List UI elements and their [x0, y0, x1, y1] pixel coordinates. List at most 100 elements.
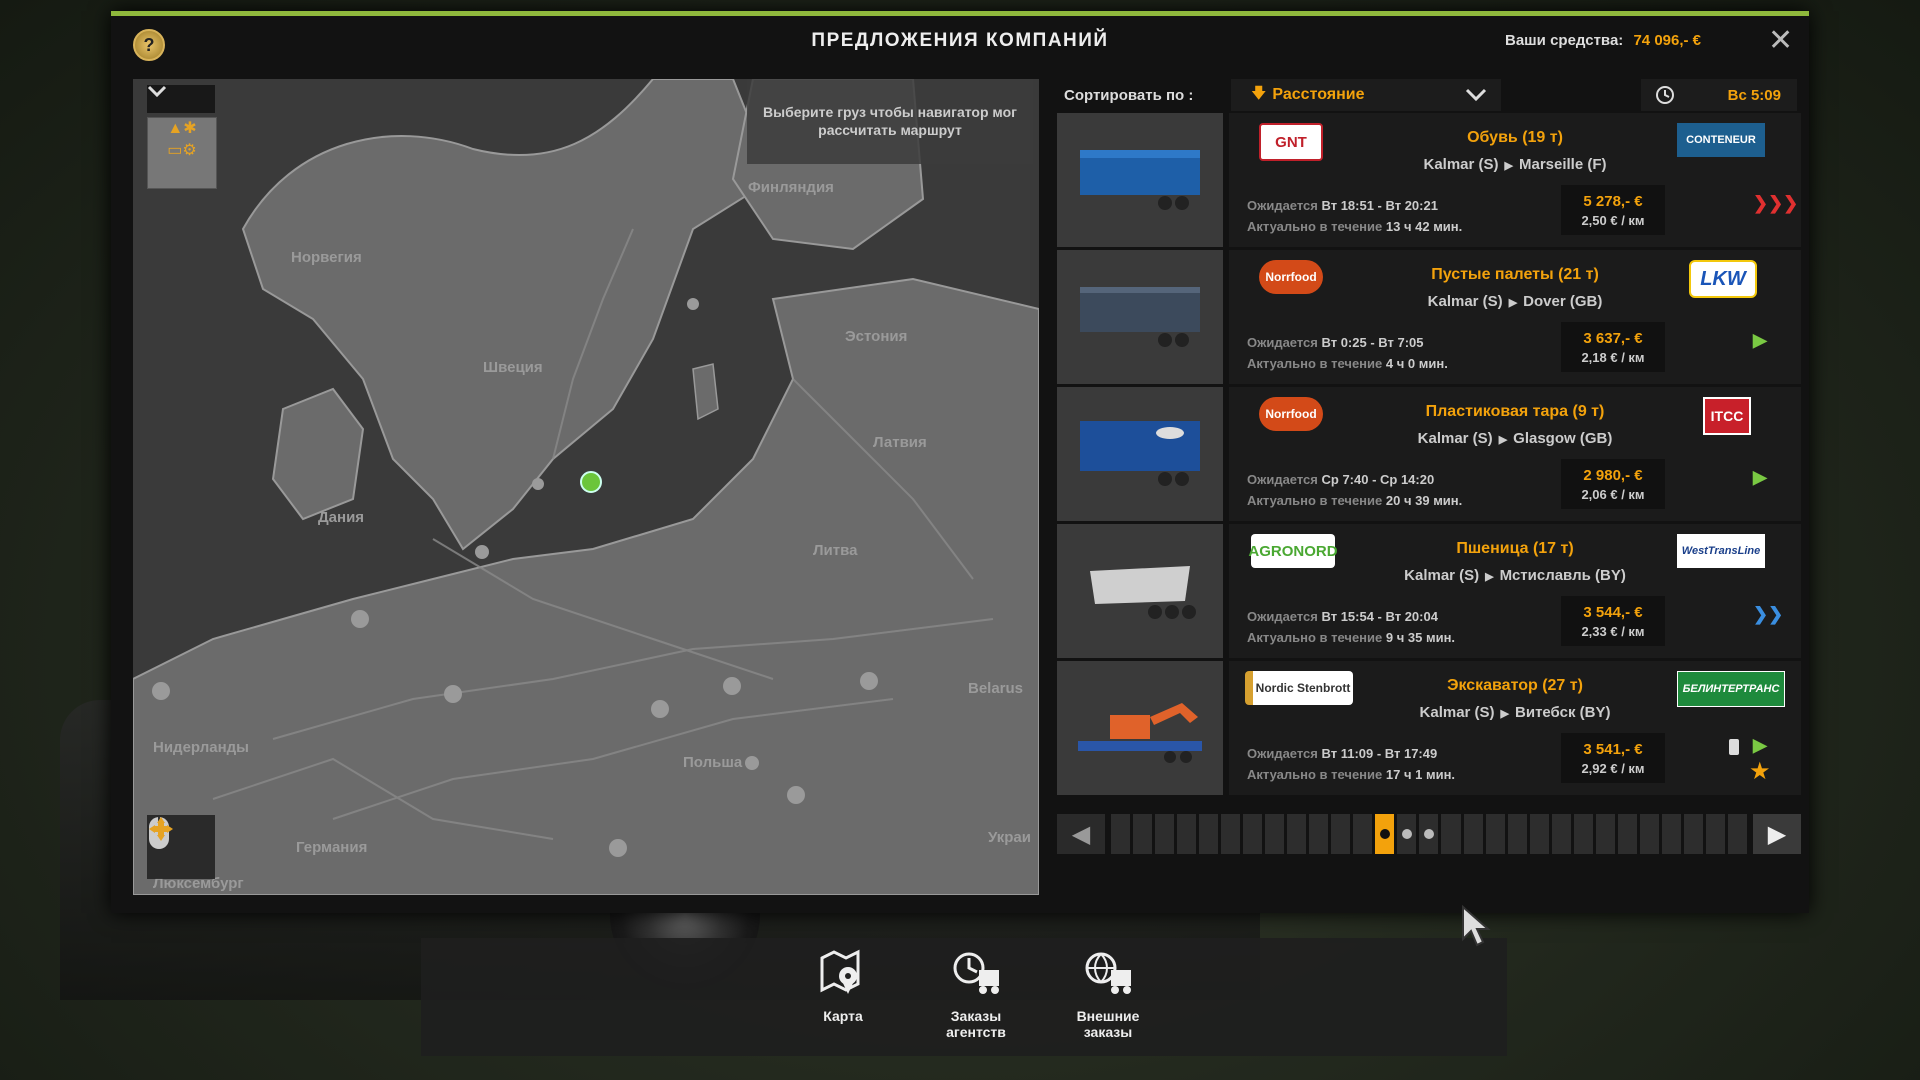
nav-map-button[interactable]: Карта — [788, 948, 898, 1024]
next-page-button[interactable]: ▶ — [1753, 814, 1801, 854]
play-icon: ▶ — [1753, 467, 1767, 487]
route: Kalmar (S) ▶ Marseille (F) — [1229, 156, 1801, 173]
price-value: 5 278,- € — [1583, 193, 1643, 210]
page-indicator[interactable] — [1133, 814, 1153, 854]
price-box: 2 980,- € 2,06 € / км — [1561, 459, 1665, 509]
offer-card[interactable]: Nordic Stenbrott Экскаватор (27 т) Kalma… — [1057, 661, 1801, 795]
map-label-lithuania: Литва — [813, 542, 858, 559]
page-indicator[interactable] — [1309, 814, 1329, 854]
nav-external-orders-button[interactable]: Внешние заказы — [1053, 948, 1163, 1040]
route: Kalmar (S) ▶ Мстиславль (BY) — [1229, 567, 1801, 584]
page-indicator[interactable] — [1287, 814, 1307, 854]
price-rate: 2,06 € / км — [1581, 487, 1645, 502]
fragile-cargo-icon — [1729, 739, 1739, 755]
recipient-logo: CONTENEUR — [1677, 123, 1765, 157]
sort-dropdown[interactable]: 🡇 Расстояние — [1231, 79, 1501, 111]
map-panel[interactable]: Норвегия Финляндия Швеция Эстония Латвия… — [133, 79, 1039, 895]
offer-timing: Ожидается Вт 0:25 - Вт 7:05 Актуально в … — [1247, 332, 1448, 374]
page-indicator[interactable] — [1595, 814, 1615, 854]
page-indicator[interactable] — [1507, 814, 1527, 854]
container-trailer-icon — [1080, 150, 1200, 210]
bottom-nav: Карта Заказы агентств Внешние заказы — [421, 938, 1507, 1056]
page-indicator[interactable] — [1551, 814, 1571, 854]
route-arrow-icon: ▶ — [1504, 160, 1513, 172]
nav-agency-orders-label: Заказы агентств — [946, 1008, 1006, 1040]
route-from: Kalmar (S) — [1417, 430, 1493, 447]
offer-card[interactable]: Norrfood Пластиковая тара (9 т) Kalmar (… — [1057, 387, 1801, 521]
page-indicator[interactable] — [1419, 814, 1439, 854]
clock-icon — [1656, 86, 1674, 104]
map-label-germany: Германия — [296, 839, 368, 856]
prev-page-button[interactable]: ◀ — [1057, 814, 1105, 854]
expect-label: Ожидается — [1247, 472, 1318, 487]
offer-card[interactable]: AGRONORD Пшеница (17 т) Kalmar (S) ▶ Мстис… — [1057, 524, 1801, 658]
page-indicator[interactable] — [1727, 814, 1747, 854]
valid-label: Актуально в течение — [1247, 767, 1383, 782]
page-indicator[interactable] — [1177, 814, 1197, 854]
map-label-denmark: Дания — [318, 509, 365, 526]
expect-value: Вт 15:54 - Вт 20:04 — [1321, 609, 1438, 624]
trailer-image — [1057, 113, 1223, 247]
map-label-finland: Финляндия — [748, 179, 834, 196]
sort-value: Расстояние — [1272, 86, 1365, 103]
offer-card[interactable]: Norrfood Пустые палеты (21 т) Kalmar (S)… — [1057, 250, 1801, 384]
page-indicator[interactable] — [1639, 814, 1659, 854]
expect-label: Ожидается — [1247, 746, 1318, 761]
page-indicator[interactable] — [1397, 814, 1417, 854]
offers-pager: ◀ ▶ — [1057, 814, 1801, 854]
route-to: Мстиславль (BY) — [1499, 567, 1626, 584]
map-canvas — [133, 79, 1039, 895]
pan-icon — [149, 817, 173, 841]
route-arrow-icon: ▶ — [1485, 571, 1494, 583]
page-indicator[interactable] — [1617, 814, 1637, 854]
expect-label: Ожидается — [1247, 609, 1318, 624]
map-label-poland: Польша — [683, 754, 743, 771]
page-indicator[interactable] — [1155, 814, 1175, 854]
recipient-logo: БЕЛИНТЕРТРАНС — [1677, 671, 1785, 707]
map-collapse-button[interactable] — [147, 85, 215, 113]
nav-agency-orders-button[interactable]: Заказы агентств — [921, 948, 1031, 1040]
page-indicator[interactable] — [1705, 814, 1725, 854]
valid-label: Актуально в течение — [1247, 219, 1383, 234]
page-indicator[interactable] — [1573, 814, 1593, 854]
route-from: Kalmar (S) — [1423, 156, 1499, 173]
page-indicator[interactable] — [1485, 814, 1505, 854]
page-indicator[interactable] — [1375, 814, 1395, 854]
price-value: 3 541,- € — [1583, 741, 1643, 758]
funds-value: 74 096,- € — [1633, 32, 1702, 49]
page-indicator[interactable] — [1265, 814, 1285, 854]
curtain-trailer-icon — [1080, 287, 1200, 347]
page-indicator[interactable] — [1111, 814, 1131, 854]
page-indicator[interactable] — [1463, 814, 1483, 854]
play-icon: ▶ — [1753, 735, 1767, 755]
expect-label: Ожидается — [1247, 198, 1318, 213]
page-indicator[interactable] — [1331, 814, 1351, 854]
valid-value: 17 ч 1 мин. — [1385, 767, 1456, 782]
expect-value: Вт 18:51 - Вт 20:21 — [1321, 198, 1438, 213]
page-dot — [1401, 829, 1412, 839]
sort-arrow-icon: 🡇 — [1251, 84, 1267, 102]
page-indicator[interactable] — [1199, 814, 1219, 854]
map-filter-button[interactable]: ▲✱ ▭⚙ — [147, 117, 217, 189]
cargo-filter-icon: ▲✱ ▭⚙ — [167, 120, 197, 159]
map-icon — [820, 949, 860, 994]
offer-card[interactable]: GNT Обувь (19 т) Kalmar (S) ▶ Marseille (F… — [1057, 113, 1801, 247]
page-indicator[interactable] — [1661, 814, 1681, 854]
close-button[interactable]: ✕ — [1768, 26, 1793, 56]
recipient-logo: ITCC — [1703, 397, 1751, 435]
price-box: 3 541,- € 2,92 € / км — [1561, 733, 1665, 783]
map-hint: Выберите груз чтобы навигатор мог рассчи… — [747, 79, 1033, 164]
fast-forward-icon: ❯❯ — [1753, 604, 1784, 624]
valid-label: Актуально в течение — [1247, 493, 1383, 508]
page-indicator[interactable] — [1529, 814, 1549, 854]
page-indicator[interactable] — [1683, 814, 1703, 854]
offer-body: AGRONORD Пшеница (17 т) Kalmar (S) ▶ Мстис… — [1229, 524, 1801, 658]
agency-orders-icon — [953, 952, 999, 994]
page-indicator[interactable] — [1441, 814, 1461, 854]
page-indicator[interactable] — [1243, 814, 1263, 854]
page-indicator[interactable] — [1221, 814, 1241, 854]
page-indicator[interactable] — [1353, 814, 1373, 854]
trailer-image — [1057, 387, 1223, 521]
nav-external-orders-label: Внешние заказы — [1076, 1008, 1140, 1040]
offer-timing: Ожидается Вт 11:09 - Вт 17:49 Актуально … — [1247, 743, 1455, 785]
